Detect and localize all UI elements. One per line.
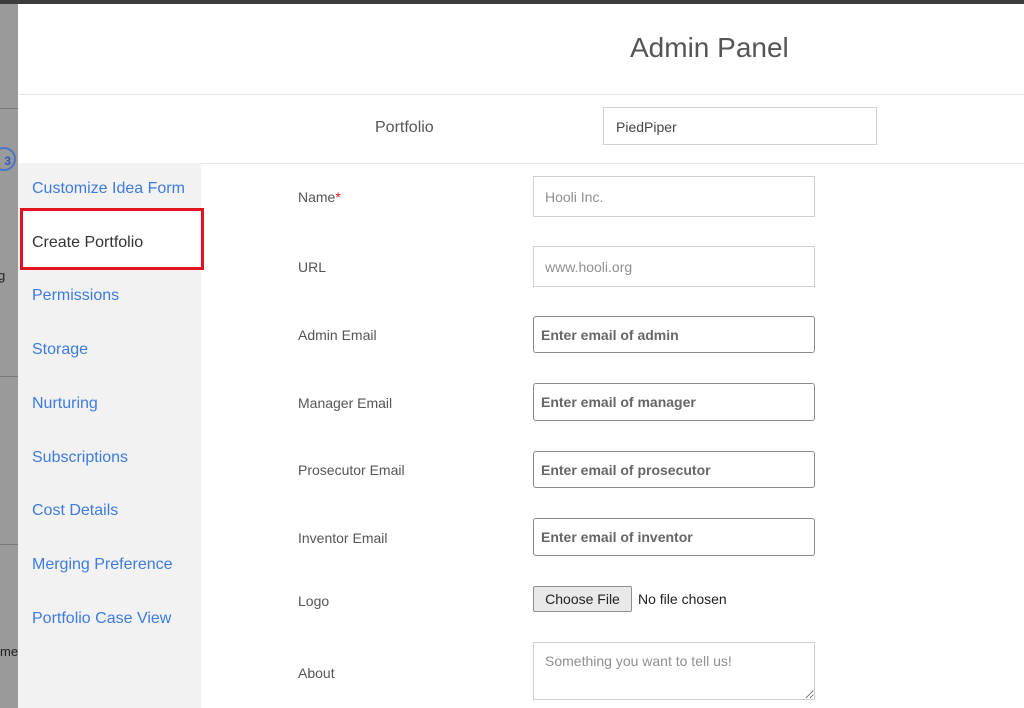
sidebar-item-cost-details[interactable]: Cost Details: [32, 502, 118, 520]
file-status-text: No file chosen: [638, 591, 727, 607]
sidebar-item-storage[interactable]: Storage: [32, 341, 88, 359]
manager-email-input[interactable]: [533, 383, 815, 421]
name-label: Name*: [298, 189, 341, 205]
name-input[interactable]: [533, 176, 815, 217]
background-divider: [0, 544, 18, 545]
admin-email-input[interactable]: [533, 316, 815, 353]
admin-sidebar: Customize Idea Form Create Portfolio Per…: [18, 163, 204, 708]
inventor-email-label: Inventor Email: [298, 530, 388, 546]
modal-header: Admin Panel: [18, 4, 1024, 95]
background-count-badge: 3: [0, 147, 16, 171]
inventor-email-input[interactable]: [533, 518, 815, 556]
manager-email-label: Manager Email: [298, 395, 393, 411]
choose-file-button[interactable]: Choose File: [533, 586, 632, 612]
background-divider: [0, 376, 18, 377]
logo-label: Logo: [298, 593, 330, 609]
background-text-fragment: me: [0, 644, 19, 659]
url-label: URL: [298, 259, 327, 275]
sidebar-item-nurturing[interactable]: Nurturing: [32, 395, 98, 413]
url-input[interactable]: [533, 246, 815, 287]
admin-email-label: Admin Email: [298, 327, 377, 343]
portfolio-select[interactable]: PiedPiper: [603, 107, 877, 145]
prosecutor-email-input[interactable]: [533, 451, 815, 488]
required-asterisk: *: [335, 189, 341, 205]
admin-panel-modal: Admin Panel Portfolio PiedPiper Customiz…: [18, 4, 1024, 708]
background-divider: [0, 108, 18, 109]
background-text-fragment: g: [0, 268, 6, 283]
background-app: 3 g me: [0, 4, 18, 708]
modal-title: Admin Panel: [630, 32, 789, 63]
create-portfolio-form: Name* URL Admin Email Manager Email Pros…: [201, 163, 1024, 708]
sidebar-item-customize-idea-form[interactable]: Customize Idea Form: [32, 180, 185, 198]
about-textarea[interactable]: [533, 642, 815, 700]
sidebar-item-create-portfolio[interactable]: Create Portfolio: [32, 234, 143, 252]
sidebar-item-subscriptions[interactable]: Subscriptions: [32, 449, 128, 467]
portfolio-label: Portfolio: [375, 119, 434, 136]
sidebar-item-portfolio-case-view[interactable]: Portfolio Case View: [32, 610, 171, 628]
about-label: About: [298, 665, 335, 681]
sidebar-item-merging-preference[interactable]: Merging Preference: [32, 556, 173, 574]
portfolio-selector-row: Portfolio PiedPiper: [18, 95, 1024, 164]
prosecutor-email-label: Prosecutor Email: [298, 462, 405, 478]
sidebar-item-permissions[interactable]: Permissions: [32, 287, 119, 305]
